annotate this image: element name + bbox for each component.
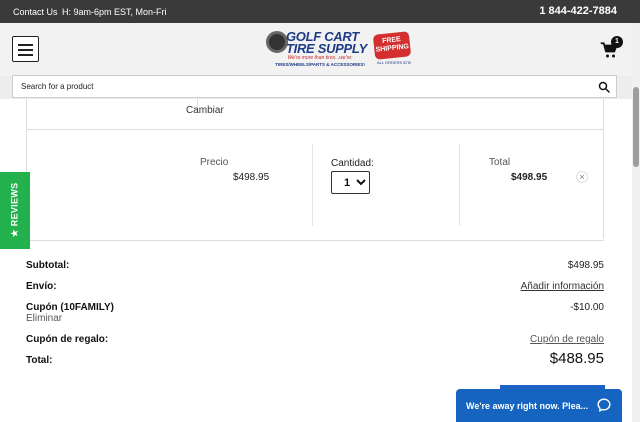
logo-text: GOLF CART TIRE SUPPLY	[286, 29, 367, 56]
shipping-label: Envío:	[26, 281, 57, 292]
grand-total-value: $488.95	[549, 350, 604, 367]
price-value: $498.95	[233, 172, 270, 183]
top-bar: Contact Us H: 9am-6pm EST, Mon-Fri 1 844…	[0, 0, 640, 23]
logo-tagline: We're more than tires...we're:	[287, 55, 353, 61]
menu-button[interactable]	[12, 36, 39, 62]
logo-subline: TIRES/WHEELS/PARTS & ACCESSORIES!	[275, 62, 365, 67]
coupon-value: -$10.00	[570, 302, 604, 313]
divider	[312, 144, 313, 226]
reviews-label: ★ REVIEWS	[9, 182, 20, 238]
price-label: Precio	[200, 157, 229, 168]
total-label: Total	[489, 157, 511, 168]
contact-us-link[interactable]: Contact Us	[13, 7, 58, 17]
quantity-select[interactable]: 1	[331, 171, 370, 194]
reviews-tab[interactable]: ★ REVIEWS	[0, 172, 30, 249]
menu-icon	[18, 54, 33, 56]
quantity-label: Cantidad:	[331, 158, 374, 169]
scrollbar-thumb[interactable]	[633, 87, 639, 167]
menu-icon	[18, 44, 33, 46]
grand-total-label: Total:	[26, 355, 53, 366]
cart-count-badge: 1	[611, 36, 623, 48]
tire-icon	[266, 31, 288, 53]
search-icon[interactable]	[598, 81, 610, 93]
remove-item-button[interactable]: ×	[576, 171, 588, 183]
cart-content: Cambiar Precio $498.95 Cantidad: 1 Total…	[0, 99, 632, 422]
line-total-value: $498.95	[511, 172, 548, 183]
subtotal-value: $498.95	[567, 260, 604, 271]
cart-item-card	[26, 99, 604, 239]
business-hours: H: 9am-6pm EST, Mon-Fri	[62, 7, 167, 17]
change-link[interactable]: Cambiar	[186, 105, 224, 116]
subtotal-label: Subtotal:	[26, 260, 70, 271]
remove-coupon-link[interactable]: Eliminar	[26, 313, 62, 324]
chat-status-text: We're away right now. Plea...	[466, 401, 589, 411]
page-scrollbar[interactable]	[632, 23, 640, 422]
phone-number[interactable]: 1 844-422-7884	[539, 5, 617, 17]
site-logo[interactable]: GOLF CART TIRE SUPPLY We're more than ti…	[266, 29, 374, 71]
site-header: GOLF CART TIRE SUPPLY We're more than ti…	[0, 23, 632, 76]
free-shipping-note: ALL ORDERS $75!	[376, 60, 412, 65]
divider	[459, 144, 460, 226]
gift-coupon-link[interactable]: Cupón de regalo	[530, 334, 604, 345]
gift-coupon-label: Cupón de regalo:	[26, 334, 109, 345]
free-shipping-badge: FREE SHIPPING	[372, 31, 412, 60]
search-input[interactable]	[13, 76, 593, 97]
add-shipping-link[interactable]: Añadir información	[521, 281, 604, 292]
menu-icon	[18, 49, 33, 51]
divider	[26, 240, 604, 241]
search-bar	[12, 75, 617, 98]
divider	[26, 129, 604, 130]
chat-widget[interactable]: We're away right now. Plea...	[456, 389, 622, 422]
coupon-label: Cupón (10FAMILY)	[26, 302, 114, 313]
chat-bubble-icon	[597, 398, 611, 412]
